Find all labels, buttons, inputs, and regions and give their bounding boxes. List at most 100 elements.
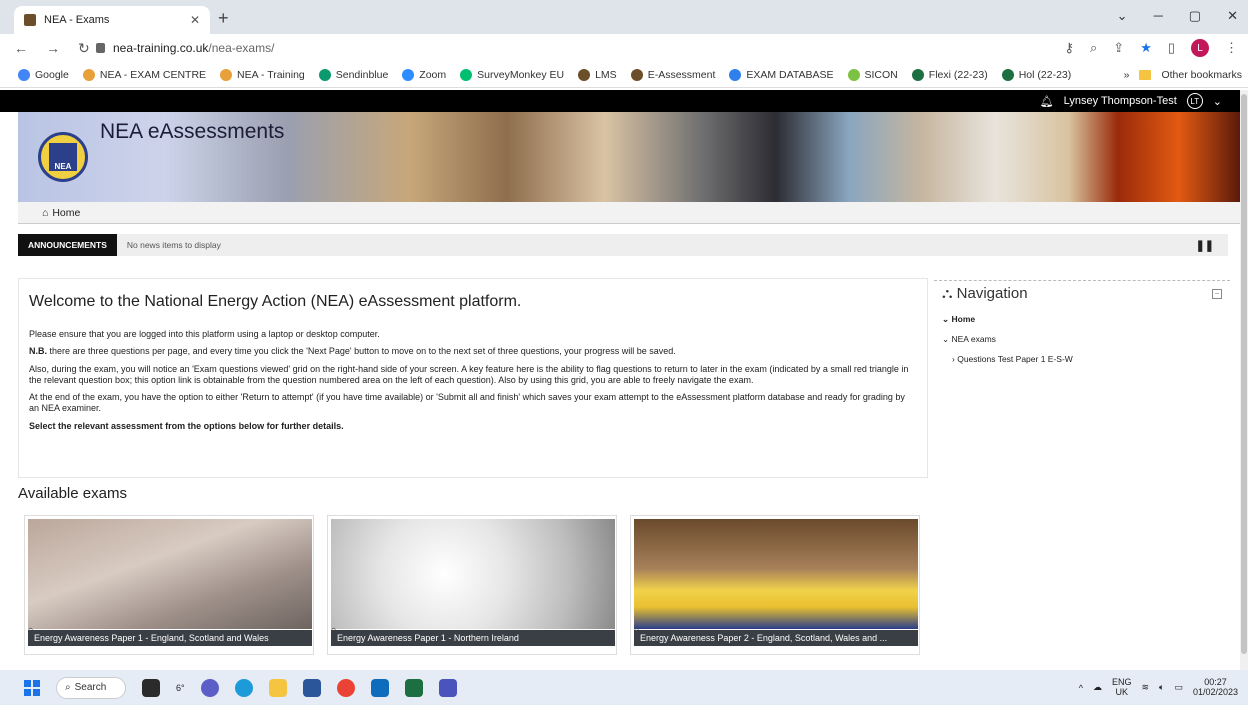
- bookmark-item[interactable]: EXAM DATABASE: [729, 68, 834, 81]
- chrome-icon[interactable]: [336, 678, 355, 697]
- file-explorer-icon[interactable]: [268, 678, 287, 697]
- scrollbar-thumb[interactable]: [1241, 94, 1247, 654]
- profile-avatar[interactable]: L: [1191, 39, 1209, 57]
- bookmark-item[interactable]: Hol (22-23): [1001, 68, 1072, 81]
- bookmark-item[interactable]: Sendinblue: [318, 68, 389, 81]
- collapse-block-icon[interactable]: −: [1212, 288, 1222, 299]
- tab-search-icon[interactable]: ⌄: [1117, 8, 1128, 24]
- exam-card-paper2[interactable]: ⚲ Energy Awareness Paper 2 - England, Sc…: [630, 515, 920, 655]
- bookmark-item[interactable]: NEA - Training: [220, 68, 305, 81]
- page-scrollbar[interactable]: [1240, 90, 1248, 670]
- teams-chat-icon[interactable]: [200, 678, 219, 697]
- bookmark-label: SICON: [864, 68, 898, 81]
- exam-card-caption[interactable]: Energy Awareness Paper 2 - England, Scot…: [634, 630, 918, 646]
- other-bookmarks[interactable]: Other bookmarks: [1161, 69, 1242, 81]
- bookmark-label: Hol (22-23): [1018, 68, 1072, 81]
- wifi-icon[interactable]: ≋: [1141, 682, 1149, 693]
- clock[interactable]: 00:27 01/02/2023: [1192, 677, 1238, 698]
- exam-card-caption[interactable]: Energy Awareness Paper 1 - Northern Irel…: [331, 630, 615, 646]
- bookmark-label: Google: [35, 68, 69, 81]
- menu-kebab-icon[interactable]: ⋮: [1225, 40, 1238, 56]
- hidden-icons-chevron-icon[interactable]: ^: [1079, 683, 1083, 693]
- forward-icon[interactable]: →: [46, 40, 60, 57]
- nea-logo[interactable]: NEA: [38, 132, 88, 182]
- breadcrumb-home-link[interactable]: Home: [52, 207, 80, 219]
- bookmark-item[interactable]: Zoom: [402, 68, 446, 81]
- teams-icon[interactable]: [438, 678, 457, 697]
- bookmark-item[interactable]: LMS: [578, 68, 617, 81]
- weather-temp[interactable]: 6°: [176, 683, 185, 693]
- reload-icon[interactable]: ↻: [78, 40, 90, 57]
- bookmark-favicon-icon: [847, 68, 860, 81]
- bookmark-favicon-icon: [911, 68, 924, 81]
- pause-icon[interactable]: ❚❚: [1196, 239, 1228, 252]
- collapsed-chevron-icon: ›: [952, 354, 955, 364]
- exam-card-paper1-ni[interactable]: ⚲ Energy Awareness Paper 1 - Northern Ir…: [327, 515, 617, 655]
- taskbar-search[interactable]: ⌕ Search: [56, 676, 126, 699]
- user-menu-chevron-icon[interactable]: ⌄: [1213, 95, 1222, 108]
- close-window-icon[interactable]: ✕: [1227, 8, 1238, 24]
- bookmarks-bar: Google NEA - EXAM CENTRE NEA - Training Sen…: [0, 62, 1248, 88]
- nav-item-label: Home: [951, 314, 976, 324]
- nav-item-home[interactable]: ⌄ Home: [942, 314, 1222, 325]
- more-bookmarks-button[interactable]: »: [1124, 69, 1130, 81]
- site-favicon-icon: [24, 14, 36, 26]
- loft-insulation-image[interactable]: [634, 519, 918, 629]
- clock-date: 01/02/2023: [1192, 686, 1238, 697]
- outlook-icon[interactable]: [370, 678, 389, 697]
- battery-icon[interactable]: ▭: [1174, 682, 1183, 693]
- zoom-icon[interactable]: ⌕: [1090, 40, 1097, 56]
- nav-item-nea-exams[interactable]: ⌄ NEA exams: [942, 334, 1222, 345]
- word-icon[interactable]: [302, 678, 321, 697]
- url-host: nea-training.co.uk: [113, 41, 209, 55]
- electricity-meter-image[interactable]: [331, 519, 615, 629]
- back-icon[interactable]: ←: [14, 40, 28, 57]
- available-exams-heading: Available exams: [18, 485, 127, 502]
- task-view-icon[interactable]: [142, 678, 160, 697]
- nav-item-questions-test-paper[interactable]: › Questions Test Paper 1 E-S-W: [942, 354, 1222, 364]
- tab-title: NEA - Exams: [44, 14, 110, 26]
- excel-icon[interactable]: [404, 678, 423, 697]
- browser-tab[interactable]: NEA - Exams ✕: [14, 6, 210, 34]
- bookmark-favicon-icon: [578, 68, 591, 81]
- windows-taskbar: ⌕ Search 6° ^ ☁ ENG UK ≋ 🔈︎ ▭ 00:27 01/02/2…: [0, 670, 1248, 705]
- onedrive-cloud-icon[interactable]: ☁: [1093, 682, 1102, 693]
- input-language[interactable]: ENG UK: [1112, 677, 1132, 698]
- edge-icon[interactable]: [234, 678, 253, 697]
- share-icon[interactable]: ⇪: [1113, 40, 1124, 56]
- bookmark-item[interactable]: E-Assessment: [630, 68, 715, 81]
- notification-bell-icon[interactable]: 🔔︎: [1040, 95, 1054, 108]
- windows-start-icon[interactable]: [24, 679, 40, 696]
- navigation-tree: ⌄ Home ⌄ NEA exams › Questions Test Pape…: [942, 314, 1222, 364]
- side-panel-icon[interactable]: ▯: [1168, 40, 1175, 56]
- bookmark-favicon-icon: [82, 68, 95, 81]
- key-icon[interactable]: ⚷: [1064, 40, 1074, 56]
- bookmark-favicon-icon: [318, 68, 331, 81]
- bookmark-star-icon[interactable]: ★: [1140, 40, 1152, 56]
- exam-card-paper1-esw[interactable]: ⚲ Energy Awareness Paper 1 - England, Sc…: [24, 515, 314, 655]
- user-name[interactable]: Lynsey Thompson-Test: [1064, 95, 1177, 107]
- user-avatar[interactable]: LT: [1186, 93, 1203, 109]
- bookmark-label: Sendinblue: [335, 68, 389, 81]
- site-top-bar: 🔔︎ Lynsey Thompson-Test LT ⌄: [0, 90, 1240, 112]
- close-tab-icon[interactable]: ✕: [190, 13, 200, 27]
- announcements-label: ANNOUNCEMENTS: [18, 234, 117, 256]
- radiator-valve-image[interactable]: [28, 519, 312, 629]
- announcements-bar: ANNOUNCEMENTS No news items to display ❚…: [18, 234, 1228, 256]
- banner-title: NEA eAssessments: [100, 120, 285, 143]
- bookmark-item[interactable]: SurveyMonkey EU: [460, 68, 564, 81]
- bookmark-item[interactable]: Google: [18, 68, 69, 81]
- navigation-block: ⛬ Navigation − ⌄ Home ⌄ NEA exams › Ques…: [934, 280, 1230, 377]
- address-bar-row: ← → ↻ nea-training.co.uk/nea-exams/ ⚷ ⌕ …: [0, 34, 1248, 62]
- bookmark-item[interactable]: Flexi (22-23): [911, 68, 988, 81]
- url-field[interactable]: nea-training.co.uk/nea-exams/: [96, 37, 1046, 59]
- volume-icon[interactable]: 🔈︎: [1159, 682, 1164, 693]
- exam-card-caption[interactable]: Energy Awareness Paper 1 - England, Scot…: [28, 630, 312, 646]
- restore-icon[interactable]: ▢: [1189, 8, 1201, 24]
- new-tab-button[interactable]: +: [218, 8, 229, 29]
- minimize-icon[interactable]: ─: [1154, 8, 1163, 24]
- bookmark-item[interactable]: NEA - EXAM CENTRE: [82, 68, 206, 81]
- bookmark-label: EXAM DATABASE: [746, 68, 834, 81]
- bookmark-item[interactable]: SICON: [847, 68, 898, 81]
- expand-chevron-icon: ⌄: [942, 334, 950, 344]
